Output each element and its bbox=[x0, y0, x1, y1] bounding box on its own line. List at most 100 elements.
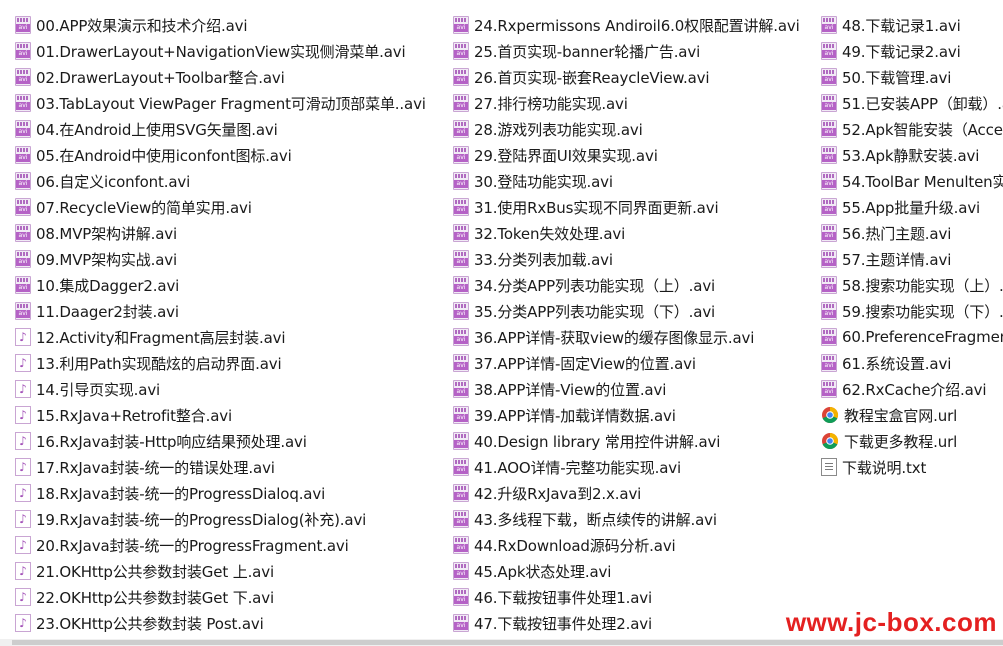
file-item[interactable]: 00.APP效果演示和技术介绍.avi bbox=[15, 12, 435, 38]
video-file-icon bbox=[15, 68, 31, 86]
file-item[interactable]: 45.Apk状态处理.avi bbox=[453, 558, 813, 584]
video-file-icon bbox=[15, 276, 31, 294]
file-item[interactable]: 21.OKHttp公共参数封装Get 上.avi bbox=[15, 558, 435, 584]
music-file-icon bbox=[15, 614, 31, 632]
file-item[interactable]: 18.RxJava封装-统一的ProgressDialoq.avi bbox=[15, 480, 435, 506]
file-item[interactable]: 33.分类列表加载.avi bbox=[453, 246, 813, 272]
music-file-icon bbox=[15, 510, 31, 528]
file-item[interactable]: 46.下载按钮事件处理1.avi bbox=[453, 584, 813, 610]
horizontal-scrollbar[interactable] bbox=[0, 639, 1003, 646]
file-item[interactable]: 59.搜索功能实现（下）.avi bbox=[821, 298, 1003, 324]
file-item[interactable]: 06.自定义iconfont.avi bbox=[15, 168, 435, 194]
file-item[interactable]: 34.分类APP列表功能实现（上）.avi bbox=[453, 272, 813, 298]
file-item[interactable]: 57.主题详情.avi bbox=[821, 246, 1003, 272]
file-item[interactable]: 41.AOO详情-完整功能实现.avi bbox=[453, 454, 813, 480]
file-item[interactable]: 54.ToolBar Menulten实现 bbox=[821, 168, 1003, 194]
file-item[interactable]: 10.集成Dagger2.avi bbox=[15, 272, 435, 298]
video-file-icon bbox=[453, 536, 469, 554]
file-name: 62.RxCache介绍.avi bbox=[842, 380, 987, 399]
file-item[interactable]: 30.登陆功能实现.avi bbox=[453, 168, 813, 194]
file-item[interactable]: 61.系统设置.avi bbox=[821, 350, 1003, 376]
file-item[interactable]: 50.下载管理.avi bbox=[821, 64, 1003, 90]
file-name: 51.已安装APP（卸载）.avi bbox=[842, 94, 1003, 113]
file-item[interactable]: 28.游戏列表功能实现.avi bbox=[453, 116, 813, 142]
file-item[interactable]: 62.RxCache介绍.avi bbox=[821, 376, 1003, 402]
file-name: 37.APP详情-固定View的位置.avi bbox=[474, 354, 696, 373]
file-name: 50.下载管理.avi bbox=[842, 68, 952, 87]
file-name: 47.下载按钮事件处理2.avi bbox=[474, 614, 653, 633]
file-item[interactable]: 58.搜索功能实现（上）.avi bbox=[821, 272, 1003, 298]
video-file-icon bbox=[453, 146, 469, 164]
file-item[interactable]: 24.Rxpermissons Andiroil6.0权限配置讲解.avi bbox=[453, 12, 813, 38]
file-item[interactable]: 35.分类APP列表功能实现（下）.avi bbox=[453, 298, 813, 324]
music-file-icon bbox=[15, 588, 31, 606]
file-item[interactable]: 19.RxJava封装-统一的ProgressDialog(补充).avi bbox=[15, 506, 435, 532]
file-item[interactable]: 07.RecycleView的简单实用.avi bbox=[15, 194, 435, 220]
file-item[interactable]: 43.多线程下载，断点续传的讲解.avi bbox=[453, 506, 813, 532]
file-item[interactable]: 17.RxJava封装-统一的错误处理.avi bbox=[15, 454, 435, 480]
file-item[interactable]: 02.DrawerLayout+Toolbar整合.avi bbox=[15, 64, 435, 90]
file-item[interactable]: 12.Activity和Fragment高层封装.avi bbox=[15, 324, 435, 350]
file-item[interactable]: 09.MVP架构实战.avi bbox=[15, 246, 435, 272]
file-item[interactable]: 20.RxJava封装-统一的ProgressFragment.avi bbox=[15, 532, 435, 558]
file-item[interactable]: 51.已安装APP（卸载）.avi bbox=[821, 90, 1003, 116]
file-item[interactable]: 37.APP详情-固定View的位置.avi bbox=[453, 350, 813, 376]
file-item[interactable]: 47.下载按钮事件处理2.avi bbox=[453, 610, 813, 636]
file-item[interactable]: 25.首页实现-banner轮播广告.avi bbox=[453, 38, 813, 64]
file-item[interactable]: 49.下载记录2.avi bbox=[821, 38, 1003, 64]
file-item[interactable]: 42.升级RxJava到2.x.avi bbox=[453, 480, 813, 506]
file-item[interactable]: 32.Token失效处理.avi bbox=[453, 220, 813, 246]
file-item[interactable]: 40.Design library 常用控件讲解.avi bbox=[453, 428, 813, 454]
file-item[interactable]: 下载更多教程.url bbox=[821, 428, 1003, 454]
file-name: 14.引导页实现.avi bbox=[36, 380, 161, 399]
file-item[interactable]: 22.OKHttp公共参数封装Get 下.avi bbox=[15, 584, 435, 610]
video-file-icon bbox=[453, 276, 469, 294]
video-file-icon bbox=[821, 380, 837, 398]
video-file-icon bbox=[821, 172, 837, 190]
file-name: 55.App批量升级.avi bbox=[842, 198, 981, 217]
file-item[interactable]: 38.APP详情-View的位置.avi bbox=[453, 376, 813, 402]
file-item[interactable]: 01.DrawerLayout+NavigationView实现侧滑菜单.avi bbox=[15, 38, 435, 64]
video-file-icon bbox=[821, 302, 837, 320]
file-name: 08.MVP架构讲解.avi bbox=[36, 224, 178, 243]
file-item[interactable]: 60.PreferenceFragment bbox=[821, 324, 1003, 350]
file-item[interactable]: 03.TabLayout ViewPager Fragment可滑动顶部菜单..… bbox=[15, 90, 435, 116]
file-item[interactable]: 52.Apk智能安装（Accessibility bbox=[821, 116, 1003, 142]
video-file-icon bbox=[453, 328, 469, 346]
file-list-view: 00.APP效果演示和技术介绍.avi 01.DrawerLayout+Navig… bbox=[0, 0, 1003, 646]
file-item[interactable]: 14.引导页实现.avi bbox=[15, 376, 435, 402]
file-item[interactable]: 教程宝盒官网.url bbox=[821, 402, 1003, 428]
scrollbar-thumb[interactable] bbox=[12, 640, 1003, 645]
video-file-icon bbox=[821, 94, 837, 112]
file-name: 02.DrawerLayout+Toolbar整合.avi bbox=[36, 68, 285, 87]
file-item[interactable]: 05.在Android中使用iconfont图标.avi bbox=[15, 142, 435, 168]
file-item[interactable]: 23.OKHttp公共参数封装 Post.avi bbox=[15, 610, 435, 636]
video-file-icon bbox=[821, 224, 837, 242]
file-item[interactable]: 15.RxJava+Retrofit整合.avi bbox=[15, 402, 435, 428]
video-file-icon bbox=[453, 406, 469, 424]
file-item[interactable]: 56.热门主题.avi bbox=[821, 220, 1003, 246]
file-item[interactable]: 16.RxJava封装-Http响应结果预处理.avi bbox=[15, 428, 435, 454]
file-item[interactable]: 27.排行榜功能实现.avi bbox=[453, 90, 813, 116]
file-item[interactable]: 04.在Android上使用SVG矢量图.avi bbox=[15, 116, 435, 142]
file-item[interactable]: 29.登陆界面UI效果实现.avi bbox=[453, 142, 813, 168]
file-name: 20.RxJava封装-统一的ProgressFragment.avi bbox=[36, 536, 349, 555]
file-item[interactable]: 55.App批量升级.avi bbox=[821, 194, 1003, 220]
file-name: 39.APP详情-加载详情数据.avi bbox=[474, 406, 676, 425]
file-item[interactable]: 44.RxDownload源码分析.avi bbox=[453, 532, 813, 558]
file-name: 29.登陆界面UI效果实现.avi bbox=[474, 146, 658, 165]
file-name: 19.RxJava封装-统一的ProgressDialog(补充).avi bbox=[36, 510, 367, 529]
file-item[interactable]: 53.Apk静默安装.avi bbox=[821, 142, 1003, 168]
video-file-icon bbox=[15, 198, 31, 216]
file-name: 45.Apk状态处理.avi bbox=[474, 562, 612, 581]
file-item[interactable]: 26.首页实现-嵌套ReaycleView.avi bbox=[453, 64, 813, 90]
file-item[interactable]: 08.MVP架构讲解.avi bbox=[15, 220, 435, 246]
file-item[interactable]: 11.Daager2封装.avi bbox=[15, 298, 435, 324]
file-item[interactable]: 31.使用RxBus实现不同界面更新.avi bbox=[453, 194, 813, 220]
file-item[interactable]: 48.下载记录1.avi bbox=[821, 12, 1003, 38]
file-item[interactable]: 下载说明.txt bbox=[821, 454, 1003, 480]
file-item[interactable]: 36.APP详情-获取view的缓存图像显示.avi bbox=[453, 324, 813, 350]
file-item[interactable]: 13.利用Path实现酷炫的启动界面.avi bbox=[15, 350, 435, 376]
video-file-icon bbox=[453, 458, 469, 476]
file-item[interactable]: 39.APP详情-加载详情数据.avi bbox=[453, 402, 813, 428]
